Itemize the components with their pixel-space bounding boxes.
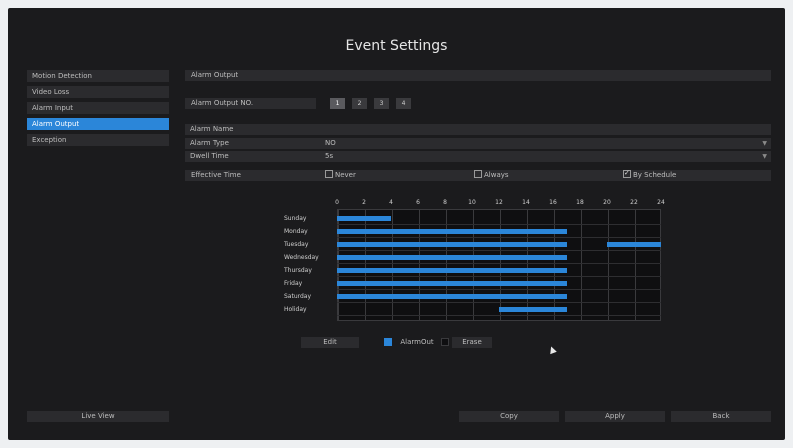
alarm-name-label: Alarm Name (190, 125, 234, 133)
sidebar-item-alarm-input[interactable]: Alarm Input (27, 102, 169, 114)
alarm-type-row[interactable]: Alarm Type NO ▼ (185, 138, 771, 149)
effective-by-schedule-option[interactable]: By Schedule (623, 168, 677, 181)
schedule-row[interactable] (337, 212, 661, 225)
chevron-down-icon: ▼ (762, 153, 767, 160)
hour-tick-label: 6 (416, 199, 420, 206)
alarm-out-legend-label[interactable]: AlarmOut (395, 337, 439, 348)
day-label: Saturday (284, 293, 312, 300)
checkbox-icon[interactable] (474, 170, 482, 178)
schedule-bar[interactable] (337, 255, 567, 260)
output-no-button-2[interactable]: 2 (352, 98, 367, 109)
output-no-button-4[interactable]: 4 (396, 98, 411, 109)
alarm-name-row[interactable]: Alarm Name (185, 124, 771, 135)
chevron-down-icon: ▼ (762, 140, 767, 147)
hour-tick-label: 8 (443, 199, 447, 206)
schedule-bar[interactable] (337, 242, 567, 247)
never-label: Never (335, 171, 356, 179)
output-no-button-1[interactable]: 1 (330, 98, 345, 109)
sidebar-item-motion-detection[interactable]: Motion Detection (27, 70, 169, 82)
sidebar-item-exception[interactable]: Exception (27, 134, 169, 146)
erase-button[interactable]: Erase (452, 337, 492, 348)
live-view-button[interactable]: Live View (27, 411, 169, 422)
section-title: Alarm Output (185, 70, 771, 81)
day-label: Thursday (284, 267, 312, 274)
checkbox-checked-icon[interactable] (623, 168, 631, 179)
effective-always-option[interactable]: Always (474, 170, 509, 181)
copy-button[interactable]: Copy (459, 411, 559, 422)
hour-tick-label: 2 (362, 199, 366, 206)
alarm-out-legend-swatch[interactable] (384, 338, 392, 346)
always-label: Always (484, 171, 509, 179)
by-schedule-label: By Schedule (633, 171, 677, 179)
dvr-screen: Event Settings Motion Detection Video Lo… (8, 8, 785, 440)
hour-tick-label: 18 (576, 199, 584, 206)
sidebar-item-video-loss[interactable]: Video Loss (27, 86, 169, 98)
back-button[interactable]: Back (671, 411, 771, 422)
hour-tick-label: 22 (630, 199, 638, 206)
schedule-bar[interactable] (337, 294, 567, 299)
mouse-cursor-icon: ▲ (547, 344, 558, 356)
hour-tick-label: 24 (657, 199, 665, 206)
dwell-time-value: 5s (325, 152, 334, 160)
hour-tick-label: 10 (468, 199, 476, 206)
dwell-time-row[interactable]: Dwell Time 5s ▼ (185, 151, 771, 162)
schedule-bar[interactable] (607, 242, 661, 247)
day-label: Holiday (284, 306, 307, 313)
schedule-row[interactable] (337, 238, 661, 251)
alarm-output-no-label: Alarm Output NO. (185, 98, 316, 109)
erase-legend-swatch[interactable] (441, 338, 449, 346)
hour-tick-label: 0 (335, 199, 339, 206)
apply-button[interactable]: Apply (565, 411, 665, 422)
schedule-row[interactable] (337, 264, 661, 277)
day-label: Tuesday (284, 241, 309, 248)
dwell-time-label: Dwell Time (190, 152, 229, 160)
schedule-row[interactable] (337, 225, 661, 238)
day-label: Wednesday (284, 254, 319, 261)
alarm-type-value: NO (325, 139, 336, 147)
page-title: Event Settings (345, 38, 448, 54)
output-no-button-3[interactable]: 3 (374, 98, 389, 109)
day-label: Monday (284, 228, 308, 235)
alarm-type-label: Alarm Type (190, 139, 229, 147)
hour-tick-label: 12 (495, 199, 503, 206)
day-label: Sunday (284, 215, 307, 222)
effective-time-label: Effective Time (191, 171, 241, 179)
schedule-row[interactable] (337, 251, 661, 264)
schedule-bar[interactable] (337, 281, 567, 286)
day-label: Friday (284, 280, 303, 287)
effective-never-option[interactable]: Never (325, 170, 356, 181)
schedule-bar[interactable] (337, 229, 567, 234)
schedule-row[interactable] (337, 290, 661, 303)
hour-tick-label: 14 (522, 199, 530, 206)
schedule-bar[interactable] (499, 307, 567, 312)
hour-tick-label: 4 (389, 199, 393, 206)
schedule-bar[interactable] (337, 216, 391, 221)
hour-tick-label: 16 (549, 199, 557, 206)
schedule-bar[interactable] (337, 268, 567, 273)
schedule-row[interactable] (337, 277, 661, 290)
hour-tick-label: 20 (603, 199, 611, 206)
sidebar-item-alarm-output[interactable]: Alarm Output (27, 118, 169, 130)
checkbox-icon[interactable] (325, 170, 333, 178)
edit-button[interactable]: Edit (301, 337, 359, 348)
schedule-row[interactable] (337, 303, 661, 316)
